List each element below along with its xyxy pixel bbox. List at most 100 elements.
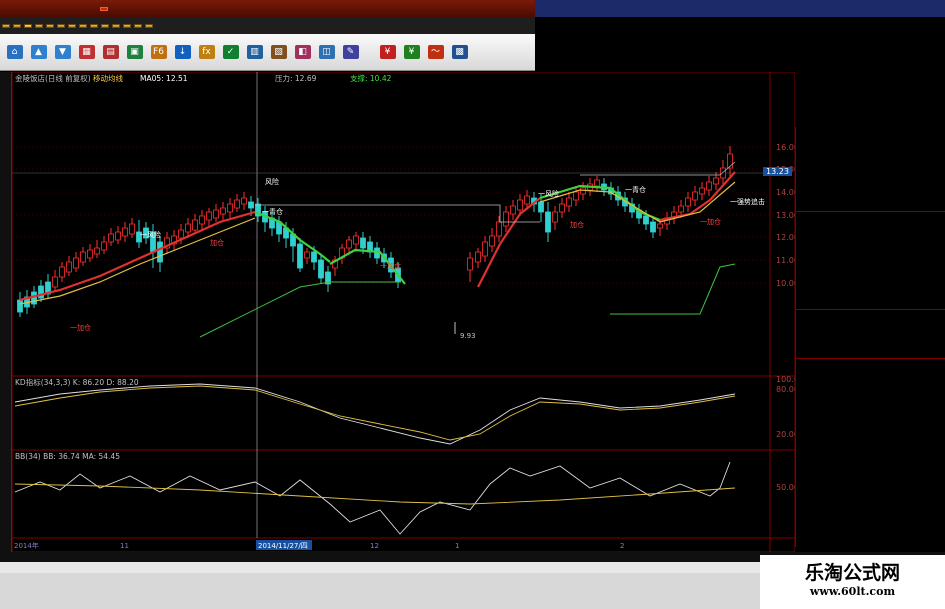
candle-body <box>559 203 565 213</box>
toolbar-button[interactable]: ↓ <box>171 44 194 60</box>
toolbar-button[interactable]: ▼ <box>51 44 74 60</box>
quote-row <box>796 395 945 407</box>
toolbar-button[interactable]: ✎ <box>339 44 362 60</box>
toolbar-icon: ▤ <box>102 44 119 59</box>
menu-item[interactable] <box>100 6 108 11</box>
toolbar-icon: ◫ <box>318 44 335 59</box>
quote-row <box>796 456 945 468</box>
x-axis-label: 2 <box>620 542 624 550</box>
toolbar-icon: ¥ <box>379 44 396 59</box>
price-tick: 11.00 <box>776 256 795 265</box>
toolbar-button[interactable]: ⌂ <box>3 44 26 60</box>
toolbar-button[interactable]: fx <box>195 44 218 60</box>
quick-tab[interactable] <box>112 23 120 28</box>
kd-tick: 100.00 <box>776 375 795 384</box>
candle-body <box>101 241 107 251</box>
candle-body <box>552 211 558 223</box>
quick-tab-bar <box>0 17 535 34</box>
title-band <box>535 0 945 17</box>
x-axis-label: 2014年 <box>14 541 39 550</box>
signal-annotation: 一加仓 <box>700 217 721 226</box>
quote-row <box>796 176 945 188</box>
toolbar-button[interactable]: ▲ <box>27 44 50 60</box>
candle-body <box>59 266 65 278</box>
toolbar-button[interactable]: 〜 <box>424 44 447 60</box>
chart-frame <box>11 72 795 552</box>
chart-title: 金陵饭店(日线 前复权) <box>15 73 91 83</box>
candle-body <box>538 201 544 213</box>
quick-tab[interactable] <box>13 23 21 28</box>
menu-bar <box>0 0 535 17</box>
candle-body <box>650 221 656 233</box>
signal-annotation: 一青仓 <box>625 185 646 194</box>
candle-body <box>311 251 317 263</box>
toolbar-icon: F6 <box>150 44 167 59</box>
quote-row <box>796 285 945 297</box>
quick-tab[interactable] <box>134 23 142 28</box>
bb-header: BB(34) BB: 36.74 MA: 54.45 <box>15 452 120 461</box>
quote-row <box>796 127 945 139</box>
toolbar-button[interactable]: ▦ <box>75 44 98 60</box>
quick-tab[interactable] <box>79 23 87 28</box>
toolbar-button[interactable]: ▩ <box>448 44 471 60</box>
quick-tab[interactable] <box>101 23 109 28</box>
kd-tick: 80.00 <box>776 385 795 394</box>
bb-tick: 50.00 <box>776 483 795 492</box>
quote-row <box>796 480 945 492</box>
quick-tab[interactable] <box>90 23 98 28</box>
toolbar-button[interactable]: F6 <box>147 44 170 60</box>
quick-tab[interactable] <box>123 23 131 28</box>
kd-header: KD指标(34,3,3) K: 86.20 D: 88.20 <box>15 377 139 387</box>
candle-body <box>346 239 352 249</box>
candle-body <box>73 257 79 269</box>
candle-body <box>185 223 191 233</box>
toolbar-button[interactable]: ¥ <box>376 44 399 60</box>
candle-body <box>234 199 240 209</box>
toolbar-icon: ↓ <box>174 44 191 59</box>
signal-annotation: 加仓 <box>210 238 224 247</box>
x-axis-label: 11 <box>120 542 129 550</box>
quick-tab[interactable] <box>35 23 43 28</box>
price-tick: 10.00 <box>776 279 795 288</box>
candle-body <box>503 211 509 227</box>
support-label: 支撑: 10.42 <box>350 73 392 83</box>
candle-body <box>685 197 691 207</box>
toolbar-icon: ✓ <box>222 44 239 59</box>
toolbar-button[interactable]: ▣ <box>123 44 146 60</box>
quick-tab[interactable] <box>24 23 32 28</box>
quote-row <box>796 420 945 432</box>
toolbar-button[interactable]: ◫ <box>315 44 338 60</box>
price-tick: 14.00 <box>776 188 795 197</box>
toolbar-button[interactable]: ¥ <box>400 44 423 60</box>
toolbar-button[interactable]: ◧ <box>291 44 314 60</box>
quick-tab[interactable] <box>57 23 65 28</box>
signal-annotation: 一强势追击 <box>730 197 765 206</box>
candle-body <box>706 181 712 191</box>
candle-body <box>199 215 205 225</box>
kline-chart[interactable]: 16.0015.0014.0013.0012.0011.0010.00金陵饭店(… <box>0 72 795 552</box>
signal-annotation: 风险 <box>265 177 279 186</box>
quick-tab[interactable] <box>68 23 76 28</box>
news-ticker <box>0 562 760 573</box>
candle-body <box>241 197 247 205</box>
toolbar-icon: fx <box>198 44 215 59</box>
quick-tab[interactable] <box>46 23 54 28</box>
quote-row <box>796 310 945 322</box>
candle-body <box>517 199 523 211</box>
toolbar-button[interactable]: ▧ <box>267 44 290 60</box>
signal-annotation: 一加仓 <box>380 261 401 270</box>
quote-row <box>796 261 945 273</box>
quick-tab[interactable] <box>2 23 10 28</box>
toolbar-button[interactable]: ▤ <box>99 44 122 60</box>
toolbar-button[interactable]: ▥ <box>243 44 266 60</box>
candle-body <box>52 276 58 288</box>
candle-body <box>489 235 495 247</box>
toolbar-icon: ◧ <box>294 44 311 59</box>
quote-row <box>796 346 945 359</box>
toolbar-icon: ¥ <box>403 44 420 59</box>
toolbar-button[interactable]: ✓ <box>219 44 242 60</box>
toolbar-icon: ▥ <box>246 44 263 59</box>
kd-tick: 20.00 <box>776 430 795 439</box>
toolbar-icon: ▧ <box>270 44 287 59</box>
quick-tab[interactable] <box>145 23 153 28</box>
